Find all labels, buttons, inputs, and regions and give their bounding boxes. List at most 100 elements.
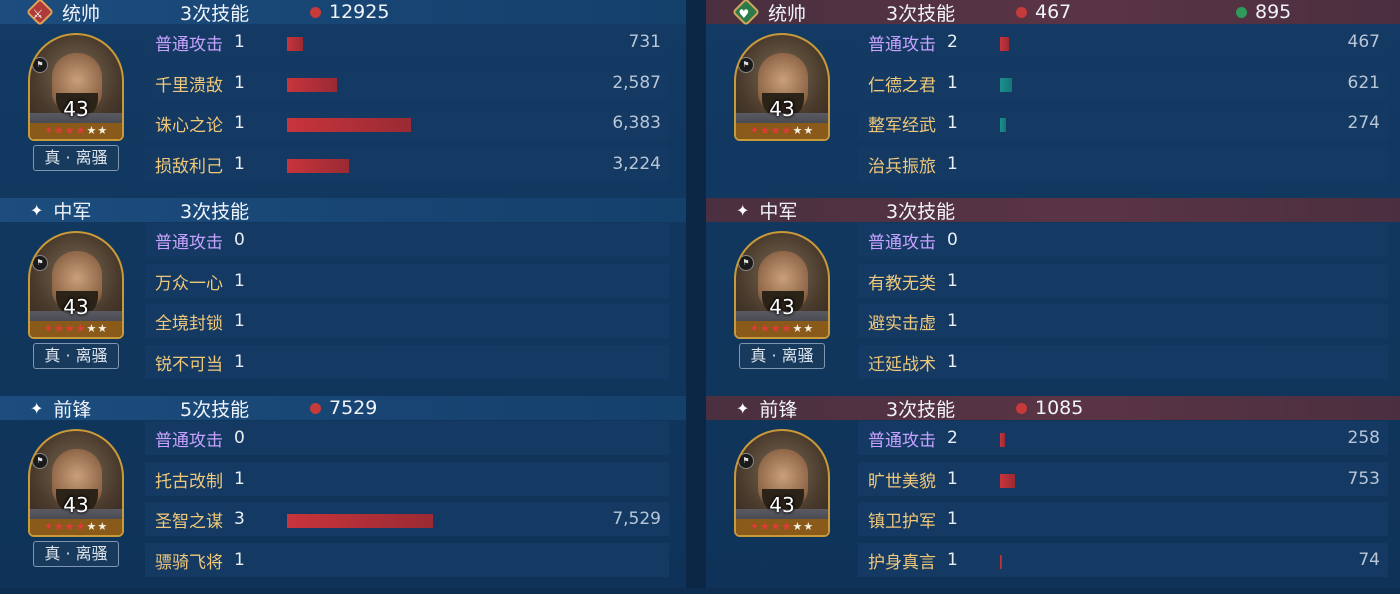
skill-bar bbox=[1000, 555, 1002, 569]
skill-trigger-count: 1 bbox=[234, 73, 245, 93]
skill-trigger-count: 1 bbox=[947, 311, 958, 331]
skill-trigger-count: 1 bbox=[234, 113, 245, 133]
general-portrait[interactable]: ⚑ 43 ✦★★★★★ bbox=[28, 231, 124, 339]
general-level: 43 bbox=[769, 493, 795, 517]
skill-value: 274 bbox=[1347, 113, 1380, 133]
skill-bar bbox=[287, 514, 433, 528]
skill-name: 迁延战术 bbox=[868, 354, 936, 375]
skill-trigger-count: 1 bbox=[234, 154, 245, 174]
section-header: ✦ 前锋 5次技能 7529 bbox=[0, 396, 686, 421]
skill-row: 圣智之谋 3 7,529 bbox=[145, 502, 669, 536]
skill-bar bbox=[287, 159, 349, 173]
awaken-tag: 真 · 离骚 bbox=[33, 343, 119, 369]
role-label: ⚔ 统帅 bbox=[25, 0, 101, 27]
skill-name: 普通攻击 bbox=[155, 34, 223, 55]
troop-type-icon: ⚑ bbox=[738, 255, 754, 271]
skill-name: 诛心之论 bbox=[155, 115, 223, 136]
skill-bar bbox=[1000, 78, 1012, 92]
general-portrait[interactable]: ⚑ 43 ✦★★★★★ bbox=[734, 33, 830, 141]
skill-name: 普通攻击 bbox=[868, 430, 936, 451]
skill-name: 万众一心 bbox=[155, 273, 223, 294]
star-rating: ✦★★★★★ bbox=[30, 321, 122, 337]
skill-name: 镇卫护军 bbox=[868, 511, 936, 532]
star-rating: ✦★★★★★ bbox=[30, 519, 122, 535]
panel-divider bbox=[686, 0, 706, 588]
skill-row: 锐不可当 1 bbox=[145, 345, 669, 379]
general-level: 43 bbox=[63, 295, 89, 319]
skill-value: 753 bbox=[1347, 469, 1380, 489]
general-section: ✦ 中军 3次技能 ⚑ 43 ✦★★★★★ 真 · 离骚 普通攻击 0 万众一心 1 全境封锁 1 锐不可… bbox=[0, 198, 686, 396]
skill-row: 万众一心 1 bbox=[145, 264, 669, 298]
damage-dot-icon bbox=[1016, 402, 1027, 414]
role-label: ✦ 中军 bbox=[30, 197, 91, 224]
skill-row: 护身真言 1 74 bbox=[858, 543, 1388, 577]
skill-value: 3,224 bbox=[612, 154, 661, 174]
awaken-tag: 真 · 离骚 bbox=[33, 541, 119, 567]
skill-bar bbox=[1000, 474, 1015, 488]
general-portrait[interactable]: ⚑ 43 ✦★★★★★ bbox=[734, 231, 830, 339]
general-section: ♥ 统帅 3次技能 467 895 ⚑ 43 ✦★★★★★ 普通攻击 2 467 仁德之君 1 621 整军… bbox=[706, 0, 1400, 198]
role-name: 统帅 bbox=[62, 2, 101, 25]
skill-bar bbox=[1000, 118, 1006, 132]
skill-row: 整军经武 1 274 bbox=[858, 106, 1388, 140]
skill-trigger-count: 0 bbox=[234, 230, 245, 250]
damage-stat: 467 bbox=[1016, 1, 1071, 23]
skill-row: 普通攻击 0 bbox=[145, 421, 669, 455]
skill-row: 避实击虚 1 bbox=[858, 304, 1388, 338]
skill-name: 全境封锁 bbox=[155, 313, 223, 334]
skill-trigger-count: 1 bbox=[234, 32, 245, 52]
skill-value: 7,529 bbox=[612, 509, 661, 529]
general-portrait[interactable]: ⚑ 43 ✦★★★★★ bbox=[28, 33, 124, 141]
skill-trigger-count: 1 bbox=[947, 271, 958, 291]
troop-type-icon: ⚑ bbox=[32, 57, 48, 73]
skill-name: 骠骑飞将 bbox=[155, 552, 223, 573]
role-name: 前锋 bbox=[53, 398, 92, 421]
commander-sword-icon: ⚔ bbox=[25, 0, 55, 27]
troop-type-icon: ⚑ bbox=[32, 255, 48, 271]
section-header: ♥ 统帅 3次技能 467 895 bbox=[706, 0, 1400, 27]
skill-name: 有教无类 bbox=[868, 273, 936, 294]
skill-name: 损敌利己 bbox=[155, 156, 223, 177]
skill-row: 治兵振旅 1 bbox=[858, 147, 1388, 181]
skill-row: 迁延战术 1 bbox=[858, 345, 1388, 379]
skill-row: 骠骑飞将 1 bbox=[145, 543, 669, 577]
star-rating: ✦★★★★★ bbox=[736, 123, 828, 139]
skill-value: 467 bbox=[1347, 32, 1380, 52]
skill-value: 2,587 bbox=[612, 73, 661, 93]
damage-dot-icon bbox=[310, 6, 321, 18]
damage-dot-icon bbox=[1016, 6, 1027, 18]
skill-name: 普通攻击 bbox=[155, 430, 223, 451]
troop-type-icon: ⚑ bbox=[32, 453, 48, 469]
skill-trigger-count: 0 bbox=[234, 428, 245, 448]
skill-value: 74 bbox=[1358, 550, 1380, 570]
heal-dot-icon bbox=[1236, 6, 1247, 18]
heal-total: 895 bbox=[1255, 1, 1292, 23]
skill-name: 托古改制 bbox=[155, 471, 223, 492]
sparkle-icon: ✦ bbox=[30, 398, 44, 418]
skill-name: 旷世美貌 bbox=[868, 471, 936, 492]
skill-trigger-count: 2 bbox=[947, 428, 958, 448]
general-portrait[interactable]: ⚑ 43 ✦★★★★★ bbox=[734, 429, 830, 537]
general-level: 43 bbox=[769, 97, 795, 121]
section-header: ⚔ 统帅 3次技能 12925 bbox=[0, 0, 686, 27]
skill-trigger-count: 1 bbox=[947, 509, 958, 529]
skill-value: 258 bbox=[1347, 428, 1380, 448]
skill-row: 普通攻击 0 bbox=[145, 223, 669, 257]
star-rating: ✦★★★★★ bbox=[736, 519, 828, 535]
general-portrait[interactable]: ⚑ 43 ✦★★★★★ bbox=[28, 429, 124, 537]
skill-row: 有教无类 1 bbox=[858, 264, 1388, 298]
general-level: 43 bbox=[63, 493, 89, 517]
general-section: ✦ 前锋 3次技能 1085 ⚑ 43 ✦★★★★★ 普通攻击 2 258 旷世美貌 1 753 镇卫护军… bbox=[706, 396, 1400, 594]
damage-dot-icon bbox=[310, 402, 321, 414]
skill-name: 锐不可当 bbox=[155, 354, 223, 375]
skill-count: 3次技能 bbox=[886, 200, 956, 223]
skill-row: 普通攻击 1 731 bbox=[145, 25, 669, 59]
left-team-panel: ⚔ 统帅 3次技能 12925 ⚑ 43 ✦★★★★★ 真 · 离骚 普通攻击 1 731 千里溃敌 1… bbox=[0, 0, 686, 588]
skill-name: 治兵振旅 bbox=[868, 156, 936, 177]
troop-type-icon: ⚑ bbox=[738, 453, 754, 469]
general-section: ✦ 前锋 5次技能 7529 ⚑ 43 ✦★★★★★ 真 · 离骚 普通攻击 0 托古改制 1 圣智之谋… bbox=[0, 396, 686, 594]
damage-total: 12925 bbox=[329, 1, 390, 23]
skill-bar bbox=[287, 37, 303, 51]
skill-row: 全境封锁 1 bbox=[145, 304, 669, 338]
damage-total: 7529 bbox=[329, 397, 378, 419]
